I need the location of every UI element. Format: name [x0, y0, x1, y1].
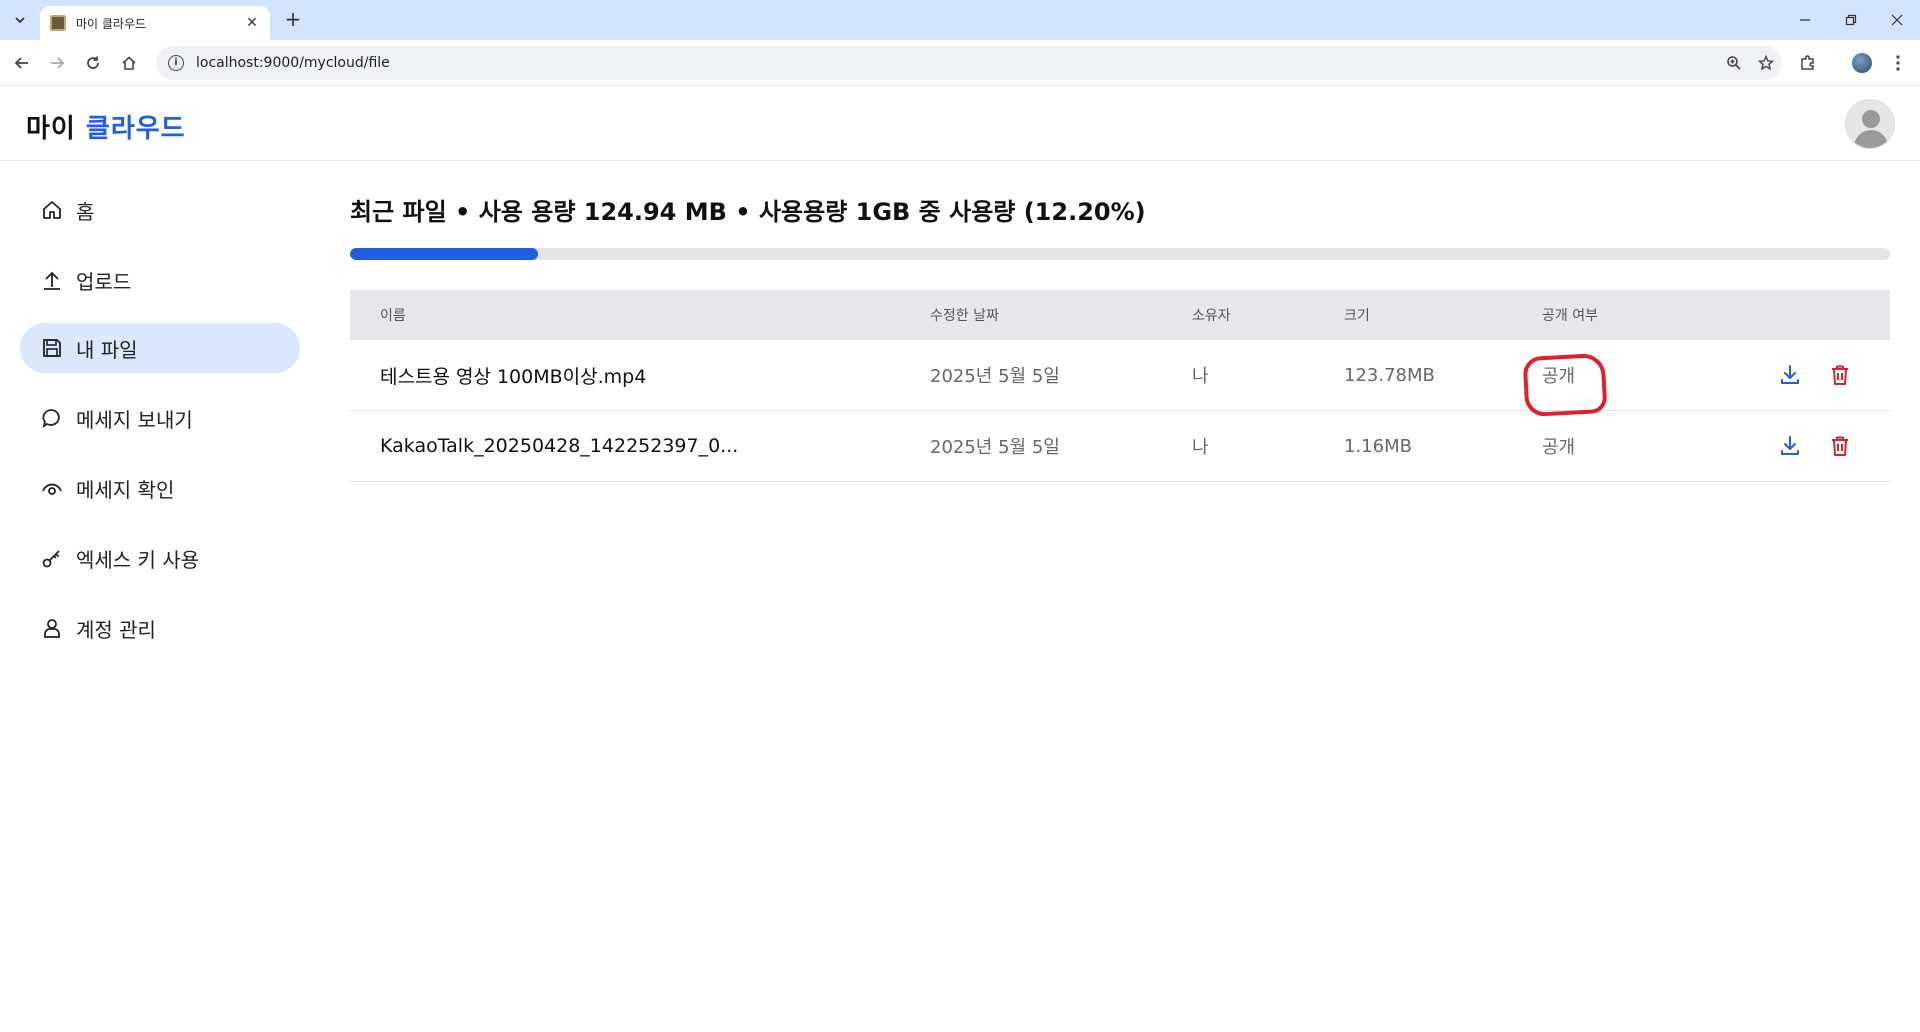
more-vertical-icon [1896, 55, 1900, 71]
avatar-body [1854, 130, 1888, 148]
sidebar-item-access-key[interactable]: 엑세스 키 사용 [20, 533, 300, 583]
extensions-button[interactable] [1794, 49, 1822, 77]
browser-menu-button[interactable] [1884, 49, 1912, 77]
close-tab-icon[interactable]: ✕ [244, 15, 260, 31]
arrow-right-icon [51, 57, 65, 69]
trash-icon [1832, 365, 1848, 385]
browser-tab-bar: 마이 클라우드 ✕ + [0, 0, 1920, 40]
arrow-left-icon [14, 57, 28, 69]
key-icon [40, 546, 64, 570]
brand-text-main: 마이 [26, 114, 76, 144]
sidebar-item-upload[interactable]: 업로드 [20, 255, 300, 305]
favicon-icon [50, 15, 66, 31]
sidebar-item-label: 엑세스 키 사용 [76, 547, 200, 572]
minimize-icon [1800, 19, 1810, 21]
storage-usage-fill [350, 248, 538, 260]
table-row[interactable]: 테스트용 영상 100MB이상.mp4 2025년 5월 5일 나 123.78… [350, 340, 1890, 418]
sidebar-item-label: 업로드 [76, 269, 132, 294]
close-icon [1891, 14, 1903, 26]
reload-button[interactable] [79, 49, 107, 77]
sidebar-item-label: 내 파일 [76, 337, 138, 362]
sidebar-item-my-files[interactable]: 내 파일 [20, 323, 300, 373]
sidebar-item-home[interactable]: 홈 [20, 185, 300, 235]
table-header: 이름 수정한 날짜 소유자 크기 공개 여부 [350, 290, 1890, 340]
tab-title: 마이 클라우드 [76, 16, 147, 31]
red-annotation-circle [1522, 352, 1608, 418]
delete-button[interactable] [1826, 361, 1854, 389]
file-size: 1.16MB [1344, 435, 1412, 457]
profile-avatar-icon [1852, 53, 1872, 73]
storage-usage-bar [350, 248, 1890, 260]
brand-text-accent: 클라우드 [85, 114, 186, 144]
home-button[interactable] [115, 49, 143, 77]
browser-tab[interactable]: 마이 클라우드 ✕ [40, 6, 270, 40]
site-info-icon[interactable]: i [168, 55, 184, 71]
sidebar: 홈 업로드 내 파일 메세지 보내기 메세지 확인 엑세스 키 사용 계정 관리 [0, 162, 320, 1032]
column-header-size[interactable]: 크기 [1344, 305, 1370, 325]
upload-icon [40, 268, 64, 292]
sidebar-item-label: 홈 [76, 199, 95, 224]
download-button[interactable] [1776, 361, 1804, 389]
close-window-button[interactable] [1874, 0, 1920, 40]
sidebar-item-label: 메세지 보내기 [76, 407, 193, 432]
user-avatar[interactable] [1845, 99, 1895, 149]
forward-button[interactable] [43, 49, 71, 77]
file-visibility[interactable]: 공개 [1542, 433, 1575, 459]
table-row[interactable]: KakaoTalk_20250428_142252397_0... 2025년 … [350, 411, 1890, 482]
sidebar-item-send-message[interactable]: 메세지 보내기 [20, 393, 300, 443]
sidebar-item-account[interactable]: 계정 관리 [20, 603, 300, 653]
eye-icon [40, 476, 64, 500]
column-header-name[interactable]: 이름 [380, 305, 406, 325]
file-table: 이름 수정한 날짜 소유자 크기 공개 여부 테스트용 영상 100MB이상.m… [350, 290, 1890, 482]
file-name[interactable]: KakaoTalk_20250428_142252397_0... [380, 435, 738, 457]
bookmark-button[interactable] [1750, 47, 1782, 79]
column-header-date[interactable]: 수정한 날짜 [930, 305, 999, 325]
file-size: 123.78MB [1344, 364, 1435, 386]
delete-button[interactable] [1826, 432, 1854, 460]
page-title: 최근 파일 • 사용 용량 124.94 MB • 사용용량 1GB 중 사용량… [350, 198, 1146, 226]
avatar-head [1862, 110, 1880, 128]
column-header-owner[interactable]: 소유자 [1192, 305, 1231, 325]
tab-search-button[interactable] [8, 8, 32, 32]
profile-button[interactable] [1848, 49, 1876, 77]
user-icon [40, 616, 64, 640]
minimize-button[interactable] [1782, 0, 1828, 40]
url-text[interactable]: localhost:9000/mycloud/file [196, 55, 1718, 71]
address-bar[interactable]: i localhost:9000/mycloud/file [156, 46, 1782, 80]
puzzle-icon [1801, 55, 1814, 70]
file-owner: 나 [1192, 366, 1209, 387]
zoom-icon [1727, 56, 1741, 70]
download-icon [1781, 365, 1799, 384]
app-header: 마이 클라우드 [0, 87, 1920, 161]
download-button[interactable] [1776, 432, 1804, 460]
file-owner: 나 [1192, 437, 1209, 458]
restore-button[interactable] [1828, 0, 1874, 40]
back-button[interactable] [8, 49, 36, 77]
column-header-visibility[interactable]: 공개 여부 [1542, 305, 1598, 325]
sidebar-item-check-message[interactable]: 메세지 확인 [20, 463, 300, 513]
home-icon [40, 198, 64, 222]
download-icon [1781, 436, 1799, 455]
browser-toolbar: i localhost:9000/mycloud/file [0, 40, 1920, 86]
brand-logo[interactable]: 마이 클라우드 [26, 108, 186, 145]
file-date: 2025년 5월 5일 [930, 366, 1060, 387]
chat-icon [40, 406, 64, 430]
file-date: 2025년 5월 5일 [930, 437, 1060, 458]
reload-icon [87, 56, 99, 69]
zoom-button[interactable] [1718, 47, 1750, 79]
sidebar-item-label: 메세지 확인 [76, 477, 175, 502]
home-icon [122, 56, 136, 70]
save-icon [40, 336, 64, 360]
restore-icon [1845, 14, 1857, 26]
file-name[interactable]: 테스트용 영상 100MB이상.mp4 [380, 362, 646, 389]
sidebar-item-label: 계정 관리 [76, 617, 156, 642]
chevron-down-icon [15, 17, 25, 24]
star-icon [1758, 55, 1774, 71]
trash-icon [1832, 436, 1848, 456]
new-tab-button[interactable]: + [281, 8, 305, 32]
